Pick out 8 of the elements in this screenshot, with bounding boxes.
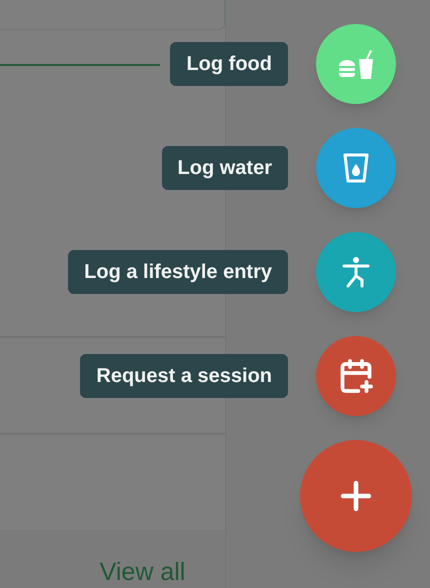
action-label: Request a session	[80, 354, 288, 398]
action-label: Log food	[170, 42, 288, 86]
burger-and-drink-icon	[337, 49, 375, 79]
calendar-add-icon	[338, 358, 374, 394]
action-label: Log water	[162, 146, 288, 190]
action-label: Log a lifestyle entry	[68, 250, 288, 294]
stretching-figure-icon	[341, 256, 371, 288]
water-glass-icon	[343, 153, 369, 183]
